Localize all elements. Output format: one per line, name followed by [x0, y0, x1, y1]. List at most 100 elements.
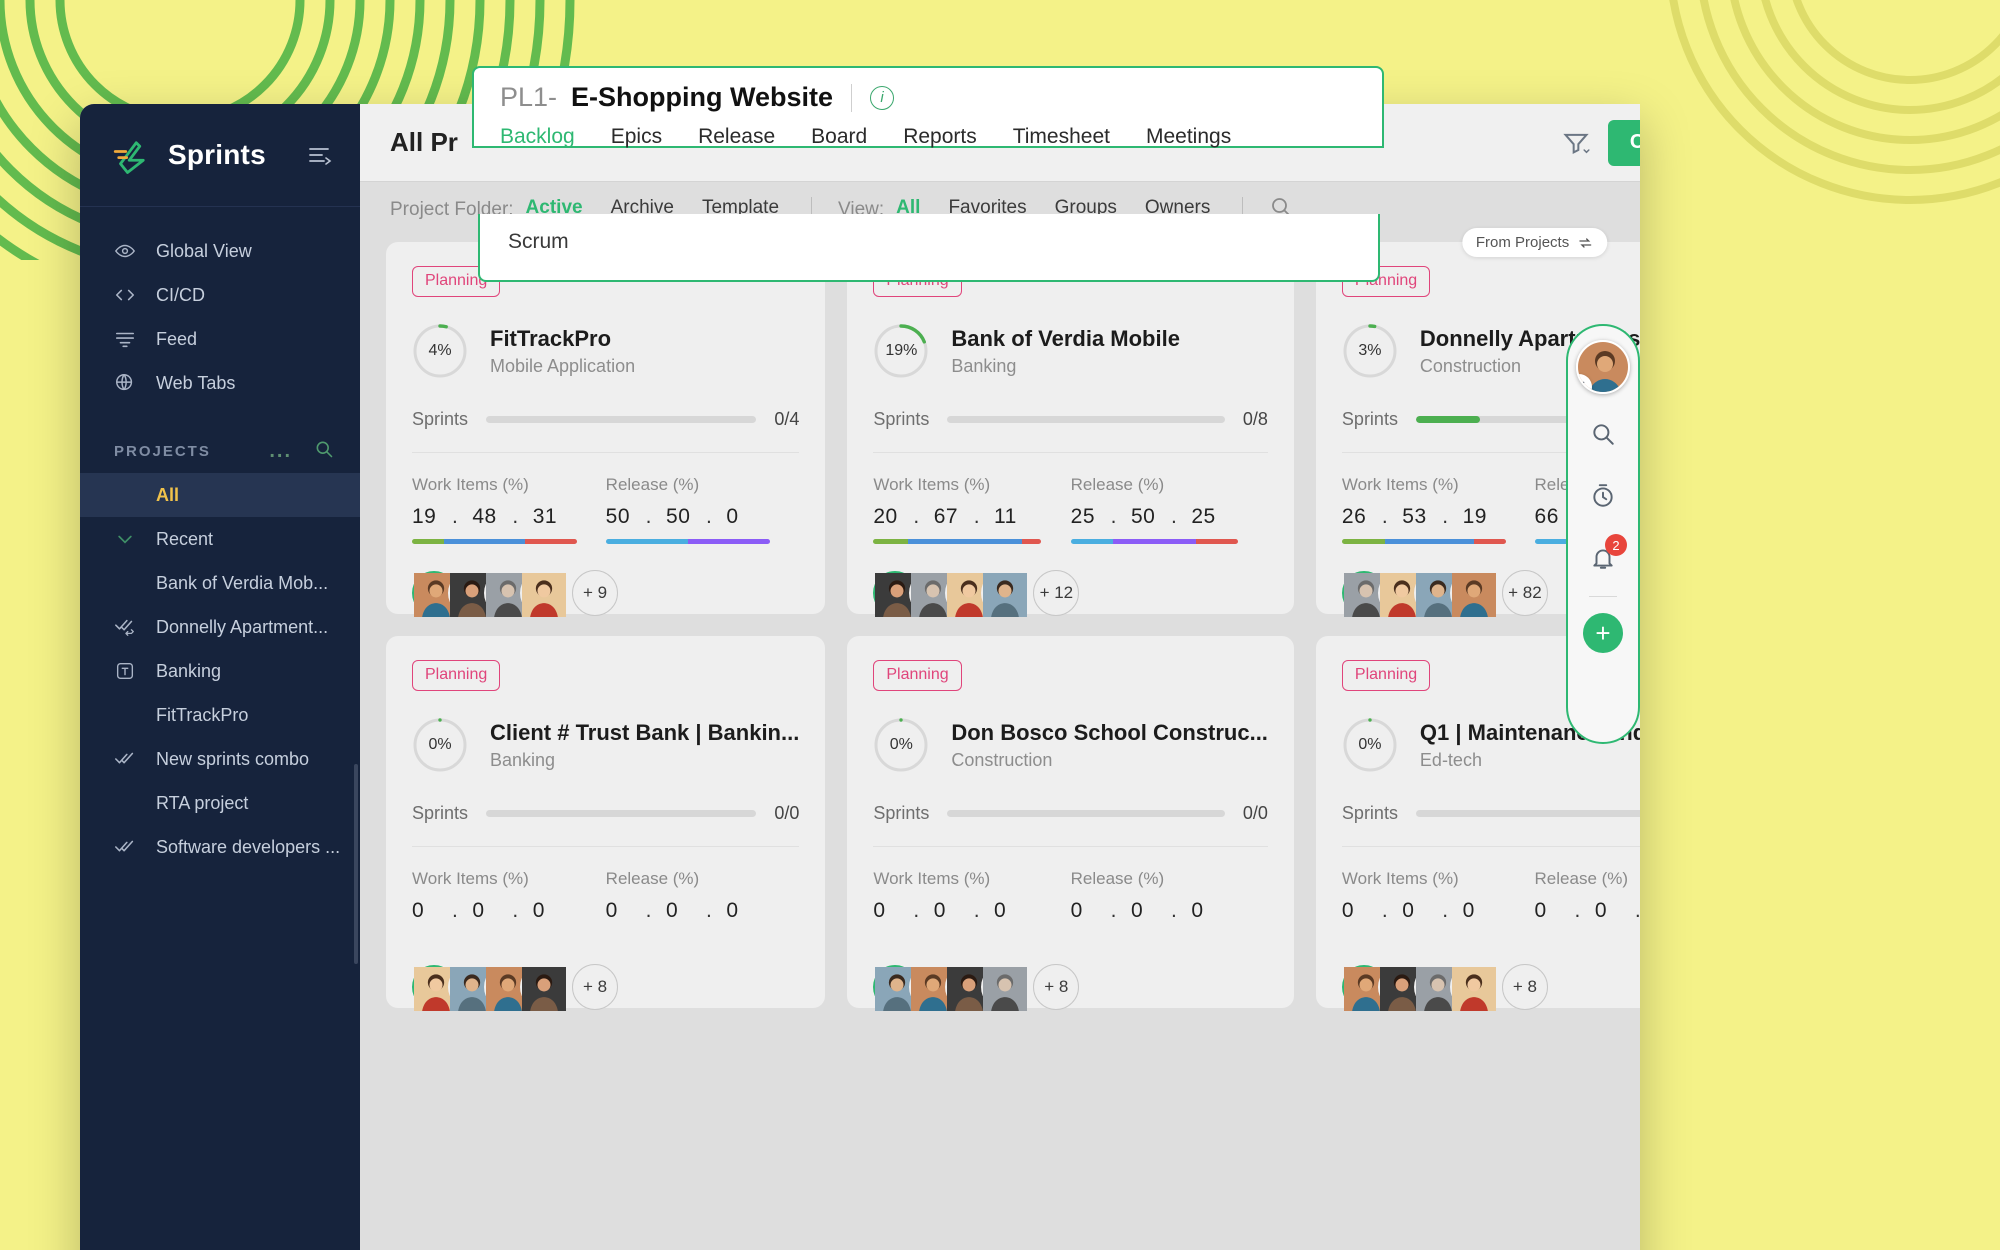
sprints-label: Sprints: [873, 409, 930, 429]
tab-meetings[interactable]: Meetings: [1146, 125, 1231, 155]
clock-icon[interactable]: [1581, 474, 1625, 518]
avatar[interactable]: [1576, 340, 1630, 394]
metric-release: Release (%) 0. 0. 0: [1535, 869, 1640, 938]
more-members-count[interactable]: + 8: [1033, 964, 1080, 1010]
metric-bar: [412, 539, 577, 544]
tab-timesheet[interactable]: Timesheet: [1013, 125, 1110, 155]
status-badge: Planning: [1341, 660, 1431, 691]
metric-value: 53: [1402, 505, 1427, 528]
more-members-count[interactable]: + 12: [1033, 570, 1080, 616]
filter-icon[interactable]: [1562, 129, 1590, 157]
metric-label: Work Items (%): [873, 475, 991, 494]
card-divider: [1341, 846, 1640, 847]
metric-release: Release (%) 0. 0. 0: [606, 869, 800, 938]
project-card[interactable]: Planning 19% Bank of Verdia Mobile Banki…: [847, 242, 1294, 617]
sidebar-project-fittrackpro[interactable]: FitTrackPro: [80, 693, 360, 737]
avatar[interactable]: [520, 571, 566, 617]
sidebar-project-recent[interactable]: Recent: [80, 517, 360, 561]
metric-label: Work Items (%): [1341, 475, 1459, 494]
metric-value: 19: [412, 505, 437, 528]
project-cards-grid: Planning 4% FitTrackPro Mobile Applicati…: [360, 228, 1640, 1011]
sidebar-project-label: FitTrackPro: [156, 704, 249, 725]
avatar[interactable]: [981, 571, 1028, 617]
card-header: 19% Bank of Verdia Mobile Banking: [873, 323, 1268, 379]
sidebar-item-global-view[interactable]: Global View: [80, 229, 360, 273]
sidebar-item-web-tabs[interactable]: Web Tabs: [80, 361, 360, 405]
tab-board[interactable]: Board: [811, 125, 867, 155]
sidebar-project-new-sprints-combo[interactable]: New sprints combo: [80, 737, 360, 781]
sidebar-scrollbar[interactable]: [354, 764, 358, 964]
sidebar-project-bank-of-verdia[interactable]: Bank of Verdia Mob...: [80, 561, 360, 605]
sprints-value: 0/0: [1242, 803, 1268, 823]
card-title: FitTrackPro: [490, 325, 612, 351]
avatar[interactable]: [1449, 965, 1496, 1011]
metric-bar: [873, 539, 1042, 544]
double-check-sync-icon: [114, 616, 136, 638]
metric-label: Work Items (%): [1341, 869, 1459, 888]
sidebar-project-label: Recent: [156, 528, 214, 549]
metric-release: Release (%) 25. 50. 25: [1070, 475, 1268, 544]
projects-search-icon[interactable]: [314, 439, 334, 463]
search-icon[interactable]: [1581, 412, 1625, 456]
overlay-title-row: PL1- E-Shopping Website i: [500, 82, 1382, 113]
overlay-project-name: E-Shopping Website: [571, 82, 834, 112]
tab-backlog[interactable]: Backlog: [500, 125, 575, 155]
more-members-count[interactable]: + 8: [572, 964, 618, 1010]
projects-more-icon[interactable]: ...: [269, 440, 292, 463]
metric-bar: [605, 539, 771, 544]
metric-value: 50: [666, 505, 691, 528]
project-card[interactable]: Planning 4% FitTrackPro Mobile Applicati…: [386, 242, 826, 617]
card-divider: [412, 846, 800, 847]
sidebar-project-label: Software developers ...: [156, 836, 341, 857]
progress-ring: 0%: [1342, 717, 1398, 773]
progress-percent: 0%: [1358, 736, 1382, 753]
more-members-count[interactable]: + 9: [572, 570, 618, 616]
collapse-sidebar-icon[interactable]: [306, 142, 332, 173]
tab-release[interactable]: Release: [698, 125, 775, 155]
progress-percent: 0%: [889, 736, 913, 753]
double-check-icon: [114, 836, 136, 858]
bell-icon[interactable]: 2: [1581, 534, 1627, 580]
sidebar-project-donnelly-apartment[interactable]: Donnelly Apartment...: [80, 605, 360, 649]
metric-bar: [1535, 933, 1640, 938]
info-icon[interactable]: i: [870, 85, 895, 110]
create-button[interactable]: Create: [1607, 119, 1640, 166]
page-title: All Pr: [390, 127, 458, 157]
project-card[interactable]: Planning 0% Client # Trust Bank | Bankin…: [386, 636, 826, 1011]
avatar[interactable]: [520, 965, 566, 1011]
sidebar-project-software-developers[interactable]: Software developers ...: [80, 825, 360, 869]
more-members-count[interactable]: + 82: [1501, 570, 1548, 616]
sidebar-project-rta-project[interactable]: RTA project: [80, 781, 360, 825]
overlay-panel-lower: Scrum: [478, 214, 1380, 282]
rail-divider: [1589, 596, 1617, 597]
avatar[interactable]: [981, 965, 1028, 1011]
avatar[interactable]: [1449, 571, 1496, 617]
project-card[interactable]: Planning 0% Don Bosco School Construc...…: [847, 636, 1294, 1011]
sidebar-item-feed[interactable]: Feed: [80, 317, 360, 361]
sidebar-item-ci-cd[interactable]: CI/CD: [80, 273, 360, 317]
card-header: 0% Client # Trust Bank | Bankin... Banki…: [412, 717, 799, 773]
tab-epics[interactable]: Epics: [611, 125, 662, 155]
sidebar: Sprints Global View CI/CD Feed Web Tabs …: [80, 104, 360, 1250]
card-divider: [873, 846, 1268, 847]
metric-value: 0: [1191, 899, 1204, 922]
sidebar-project-label: Banking: [156, 660, 222, 681]
add-button[interactable]: +: [1583, 613, 1623, 653]
metric-value: 0: [605, 899, 618, 922]
metric-work_items: Work Items (%) 0. 0. 0: [412, 869, 606, 938]
status-badge: Planning: [412, 660, 501, 691]
metric-label: Work Items (%): [412, 475, 529, 494]
tab-reports[interactable]: Reports: [903, 125, 977, 155]
card-metrics: Work Items (%) 0. 0. 0 Release (%) 0. 0.…: [1342, 869, 1640, 938]
sidebar-project-all[interactable]: All: [80, 473, 360, 517]
card-divider: [873, 452, 1268, 453]
member-avatars: + 8: [873, 964, 1268, 1011]
sidebar-project-label: All: [156, 484, 180, 505]
more-members-count[interactable]: + 8: [1501, 964, 1548, 1010]
progress-ring: 19%: [873, 323, 929, 379]
sidebar-project-banking[interactable]: Banking: [80, 649, 360, 693]
metric-values: 0. 0. 0: [412, 899, 606, 923]
card-metrics: Work Items (%) 0. 0. 0 Release (%) 0. 0.…: [873, 869, 1268, 938]
blank-icon: [114, 704, 136, 726]
sprints-progress-track: [947, 810, 1225, 817]
